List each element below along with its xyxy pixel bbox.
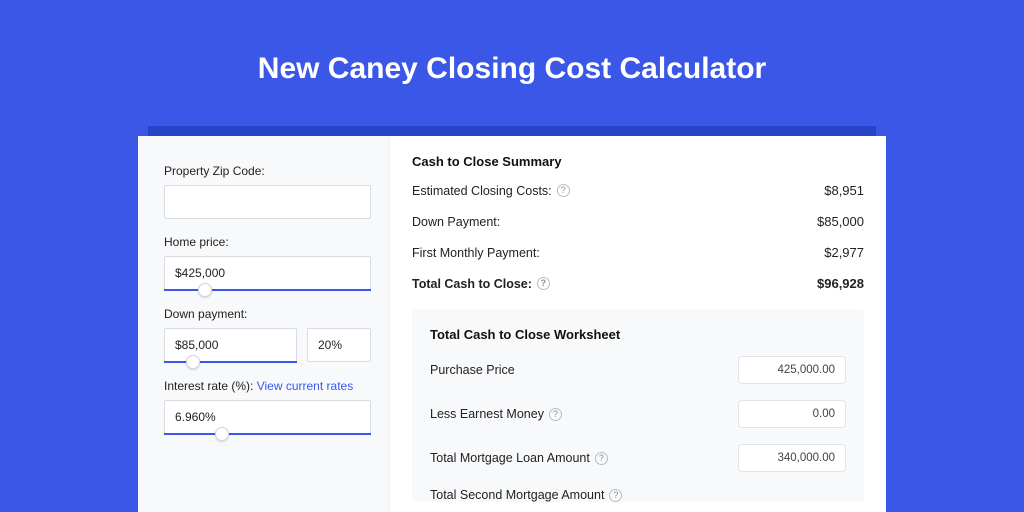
view-rates-link[interactable]: View current rates bbox=[257, 379, 354, 393]
calculator-card: Property Zip Code: Home price: Down paym… bbox=[138, 136, 886, 512]
home-price-group: Home price: bbox=[164, 235, 371, 291]
ws-row-second-mortgage: Total Second Mortgage Amount ? bbox=[430, 488, 846, 502]
ws-row-loan-amount: Total Mortgage Loan Amount ? bbox=[430, 444, 846, 472]
home-price-input[interactable] bbox=[164, 256, 371, 290]
home-price-slider-thumb[interactable] bbox=[198, 283, 212, 297]
first-payment-label: First Monthly Payment: bbox=[412, 246, 540, 260]
purchase-price-input[interactable] bbox=[738, 356, 846, 384]
interest-rate-label: Interest rate (%): View current rates bbox=[164, 379, 371, 393]
interest-rate-label-text: Interest rate (%): bbox=[164, 379, 253, 393]
zip-label: Property Zip Code: bbox=[164, 164, 371, 178]
home-price-slider[interactable] bbox=[164, 289, 371, 291]
worksheet-panel: Total Cash to Close Worksheet Purchase P… bbox=[412, 309, 864, 502]
down-payment-group: Down payment: bbox=[164, 307, 371, 363]
down-payment-slider[interactable] bbox=[164, 361, 297, 363]
zip-input[interactable] bbox=[164, 185, 371, 219]
summary-heading: Cash to Close Summary bbox=[412, 154, 864, 169]
down-payment-pct-input[interactable] bbox=[307, 328, 371, 362]
down-payment-slider-thumb[interactable] bbox=[186, 355, 200, 369]
summary-row-first-payment: First Monthly Payment: $2,977 bbox=[412, 245, 864, 260]
interest-rate-input[interactable] bbox=[164, 400, 371, 434]
earnest-money-input[interactable] bbox=[738, 400, 846, 428]
loan-amount-input[interactable] bbox=[738, 444, 846, 472]
ws-row-earnest-money: Less Earnest Money ? bbox=[430, 400, 846, 428]
down-payment-summary-value: $85,000 bbox=[817, 214, 864, 229]
help-icon[interactable]: ? bbox=[537, 277, 550, 290]
inputs-panel: Property Zip Code: Home price: Down paym… bbox=[138, 136, 390, 512]
worksheet-heading: Total Cash to Close Worksheet bbox=[430, 327, 846, 342]
zip-group: Property Zip Code: bbox=[164, 164, 371, 219]
home-price-label: Home price: bbox=[164, 235, 371, 249]
earnest-money-label: Less Earnest Money bbox=[430, 407, 544, 421]
down-payment-summary-label: Down Payment: bbox=[412, 215, 500, 229]
summary-row-est-costs: Estimated Closing Costs: ? $8,951 bbox=[412, 183, 864, 198]
purchase-price-label: Purchase Price bbox=[430, 363, 515, 377]
cash-to-close-summary: Cash to Close Summary Estimated Closing … bbox=[412, 154, 864, 291]
ws-row-purchase-price: Purchase Price bbox=[430, 356, 846, 384]
total-cash-value: $96,928 bbox=[817, 276, 864, 291]
est-costs-label: Estimated Closing Costs: bbox=[412, 184, 552, 198]
summary-row-down-payment: Down Payment: $85,000 bbox=[412, 214, 864, 229]
down-payment-label: Down payment: bbox=[164, 307, 371, 321]
page-title: New Caney Closing Cost Calculator bbox=[0, 0, 1024, 114]
help-icon[interactable]: ? bbox=[609, 489, 622, 502]
interest-rate-slider-thumb[interactable] bbox=[215, 427, 229, 441]
interest-rate-slider[interactable] bbox=[164, 433, 371, 435]
first-payment-value: $2,977 bbox=[824, 245, 864, 260]
down-payment-input[interactable] bbox=[164, 328, 297, 362]
est-costs-value: $8,951 bbox=[824, 183, 864, 198]
results-panel: Cash to Close Summary Estimated Closing … bbox=[390, 136, 886, 512]
interest-rate-group: Interest rate (%): View current rates bbox=[164, 379, 371, 435]
help-icon[interactable]: ? bbox=[557, 184, 570, 197]
help-icon[interactable]: ? bbox=[549, 408, 562, 421]
second-mortgage-label: Total Second Mortgage Amount bbox=[430, 488, 604, 502]
help-icon[interactable]: ? bbox=[595, 452, 608, 465]
summary-row-total: Total Cash to Close: ? $96,928 bbox=[412, 276, 864, 291]
loan-amount-label: Total Mortgage Loan Amount bbox=[430, 451, 590, 465]
total-cash-label: Total Cash to Close: bbox=[412, 277, 532, 291]
